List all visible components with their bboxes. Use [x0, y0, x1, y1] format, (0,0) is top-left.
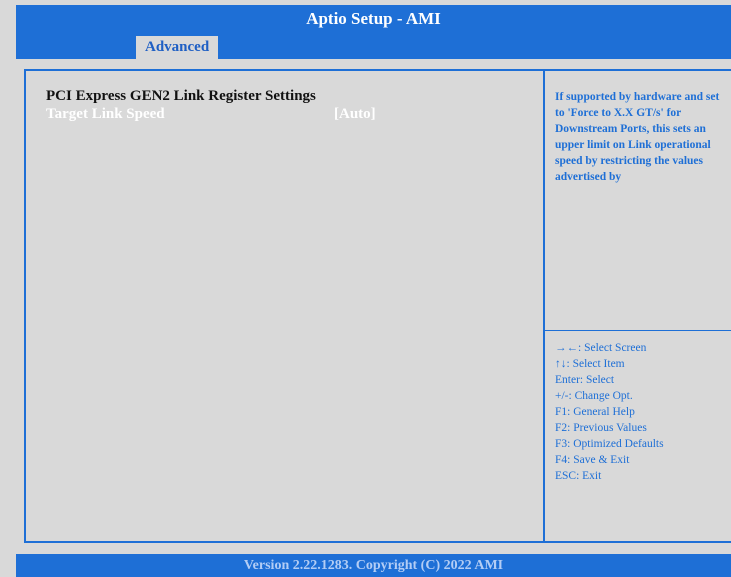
- tab-advanced[interactable]: Advanced: [136, 36, 219, 59]
- setting-label: Target Link Speed: [46, 106, 165, 122]
- key-hint-save-exit: F4: Save & Exit: [555, 454, 630, 466]
- settings-panel: PCI Express GEN2 Link Register Settings …: [24, 69, 545, 543]
- key-hint-change-opt: +/-: Change Opt.: [555, 390, 633, 402]
- key-hint-general-help: F1: General Help: [555, 406, 635, 418]
- help-text: If supported by hardware and set to 'For…: [555, 91, 720, 183]
- key-legend: →←: Select Screen ↑↓: Select Item Enter:…: [555, 340, 664, 484]
- setting-row-target-link-speed[interactable]: Target Link Speed [Auto]: [46, 106, 526, 126]
- setting-value[interactable]: [Auto]: [334, 106, 376, 123]
- window-title: Aptio Setup - AMI: [16, 5, 731, 33]
- section-heading: PCI Express GEN2 Link Register Settings: [46, 88, 316, 104]
- key-hint-enter: Enter: Select: [555, 374, 615, 386]
- key-hint-optimized-defaults: F3: Optimized Defaults: [555, 438, 664, 450]
- key-hint-select-screen: →←: Select Screen: [555, 342, 647, 354]
- key-hint-select-item: ↑↓: Select Item: [555, 358, 625, 370]
- tab-bar: Advanced: [16, 33, 731, 59]
- key-hint-esc-exit: ESC: Exit: [555, 470, 602, 482]
- version-footer: Version 2.22.1283. Copyright (C) 2022 AM…: [16, 554, 731, 577]
- help-panel: If supported by hardware and set to 'For…: [544, 69, 731, 543]
- help-divider: [544, 330, 731, 331]
- key-hint-previous-values: F2: Previous Values: [555, 422, 647, 434]
